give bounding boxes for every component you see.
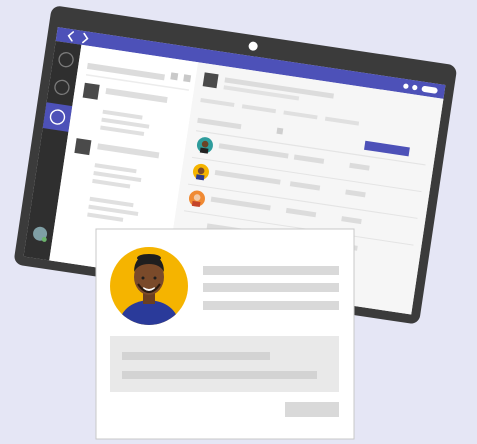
rail-active-item[interactable] (42, 102, 73, 132)
title-line (203, 283, 339, 292)
info-line (122, 352, 270, 360)
list-header-square (183, 74, 192, 83)
content-header-avatar (202, 72, 219, 89)
profile-card[interactable] (95, 228, 355, 440)
list-item-avatar (74, 138, 92, 156)
info-line (122, 371, 317, 379)
illustration-canvas (14, 6, 457, 440)
name-line (203, 266, 339, 275)
list-item-avatar (82, 82, 100, 100)
card-action-button[interactable] (285, 402, 339, 417)
list-header-square (170, 72, 179, 81)
toolbar-square[interactable] (276, 127, 284, 135)
illustration (0, 0, 477, 444)
info-block (110, 336, 339, 392)
detail-line (203, 301, 339, 310)
